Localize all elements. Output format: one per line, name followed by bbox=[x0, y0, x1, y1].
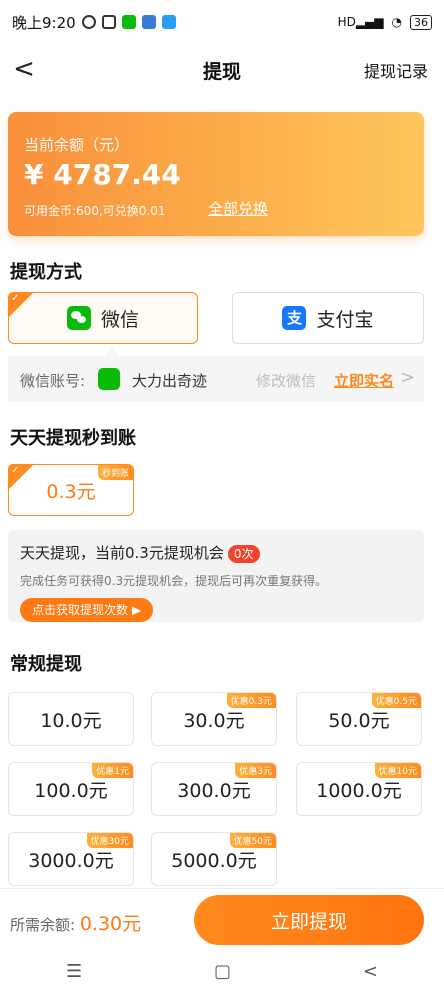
menu-icon[interactable]: ☰ bbox=[66, 961, 82, 982]
required-balance: 所需余额: 0.30元 bbox=[10, 909, 141, 936]
alipay-option[interactable]: 支 支付宝 bbox=[232, 292, 424, 344]
nav-bar: < 提现 提现记录 bbox=[0, 44, 444, 96]
daily-title: 天天提现秒到账 bbox=[10, 428, 136, 449]
wechat-account-row: 微信账号: 大力出奇迹 修改微信 立即实名 > bbox=[8, 348, 424, 402]
daily-tip-desc: 完成任务可获得0.3元提现机会，提现后可再次重复获得。 bbox=[20, 574, 328, 588]
status-bar: 晚上9:20 HD▂▄▆ ◔ 36 bbox=[0, 0, 444, 44]
alarm-icon bbox=[81, 15, 96, 29]
regular-option-amount: 300.0元 bbox=[177, 779, 251, 802]
selected-check-icon: ✓ bbox=[8, 464, 34, 490]
wechat-label: 微信 bbox=[100, 308, 139, 331]
app-notify-icon bbox=[141, 15, 156, 29]
regular-option[interactable]: 优惠3元 300.0元 bbox=[151, 762, 277, 816]
alipay-label: 支付宝 bbox=[316, 308, 374, 331]
discount-tag: 优惠30元 bbox=[86, 833, 133, 848]
discount-tag: 优惠1元 bbox=[92, 763, 133, 778]
system-nav-bar: ☰ ▢ < bbox=[0, 952, 444, 990]
nfc-icon bbox=[101, 15, 116, 29]
discount-tag: 优惠0.3元 bbox=[226, 693, 276, 708]
regular-option[interactable]: 优惠10元 1000.0元 bbox=[296, 762, 422, 816]
chevron-right-icon: > bbox=[400, 367, 416, 388]
regular-section: 常规提现 10.0元 优惠0.3元 30.0元 优惠0.5元 50.0元 优惠1元 100.… bbox=[0, 630, 444, 888]
need-label: 所需余额: bbox=[10, 916, 76, 934]
selected-check-icon: ✓ bbox=[8, 292, 34, 318]
balance-label: 当前余额（元） bbox=[24, 136, 130, 154]
discount-tag: 优惠0.5元 bbox=[371, 693, 421, 708]
regular-option[interactable]: 10.0元 bbox=[8, 692, 134, 746]
tip-prefix: 天天提现，当前0.3元提现机会 bbox=[20, 544, 224, 562]
balance-card: 当前余额（元） ¥ 4787.44 可用金币:600,可兑换0.01 全部兑换 bbox=[8, 112, 424, 236]
chance-count-badge: 0次 bbox=[227, 545, 260, 563]
account-name: 大力出奇迹 bbox=[132, 372, 208, 390]
regular-option-amount: 5000.0元 bbox=[171, 849, 257, 872]
regular-option-amount: 1000.0元 bbox=[316, 779, 402, 802]
daily-option-amount: 0.3元 bbox=[46, 480, 96, 503]
withdraw-records-link[interactable]: 提现记录 bbox=[364, 58, 428, 82]
get-chances-button[interactable]: 点击获取提现次数 ▶ bbox=[20, 598, 154, 622]
alipay-icon: 支 bbox=[282, 306, 307, 330]
home-icon[interactable]: ▢ bbox=[214, 961, 231, 982]
withdraw-now-button[interactable]: 立即提现 bbox=[194, 895, 424, 945]
regular-option-amount: 30.0元 bbox=[183, 709, 245, 732]
regular-option[interactable]: 优惠0.3元 30.0元 bbox=[151, 692, 277, 746]
regular-option[interactable]: 优惠30元 3000.0元 bbox=[8, 832, 134, 886]
daily-option[interactable]: ✓ 秒到账 0.3元 bbox=[8, 464, 134, 516]
pointer-triangle bbox=[104, 348, 120, 356]
wechat-option[interactable]: ✓ 微信 bbox=[8, 292, 198, 344]
discount-tag: 优惠3元 bbox=[235, 763, 276, 778]
system-back-icon[interactable]: < bbox=[363, 961, 378, 982]
network-type: HD bbox=[337, 15, 356, 29]
method-title: 提现方式 bbox=[10, 262, 82, 283]
instant-tag: 秒到账 bbox=[97, 465, 133, 480]
regular-option[interactable]: 优惠1元 100.0元 bbox=[8, 762, 134, 816]
balance-amount: ¥ 4787.44 bbox=[24, 158, 181, 191]
regular-title: 常规提现 bbox=[10, 654, 82, 675]
battery-icon: 36 bbox=[410, 14, 432, 30]
exchange-all-link[interactable]: 全部兑换 bbox=[208, 198, 268, 219]
regular-option-amount: 50.0元 bbox=[328, 709, 390, 732]
regular-option-amount: 10.0元 bbox=[40, 709, 102, 732]
status-time: 晚上9:20 bbox=[12, 13, 76, 32]
regular-option[interactable]: 优惠50元 5000.0元 bbox=[151, 832, 277, 886]
need-amount: 0.30元 bbox=[79, 913, 142, 935]
wechat-small-icon bbox=[98, 368, 120, 390]
wechat-icon bbox=[66, 306, 91, 330]
regular-option-amount: 3000.0元 bbox=[28, 849, 114, 872]
gold-info: 可用金币:600,可兑换0.01 bbox=[24, 204, 166, 218]
wechat-notify-icon bbox=[121, 15, 136, 29]
daily-tip-text: 天天提现，当前0.3元提现机会 0次 bbox=[20, 542, 260, 563]
account-label: 微信账号: bbox=[20, 372, 86, 390]
modify-wechat-link[interactable]: 修改微信 bbox=[256, 370, 316, 391]
verify-now-link[interactable]: 立即实名 bbox=[334, 370, 394, 391]
regular-option[interactable]: 优惠0.5元 50.0元 bbox=[296, 692, 422, 746]
regular-option-amount: 100.0元 bbox=[34, 779, 108, 802]
daily-tip-box: 天天提现，当前0.3元提现机会 0次 完成任务可获得0.3元提现机会，提现后可再次… bbox=[8, 530, 424, 622]
discount-tag: 优惠10元 bbox=[374, 763, 421, 778]
discount-tag: 优惠50元 bbox=[229, 833, 276, 848]
wifi-icon: ◔ bbox=[391, 15, 402, 29]
cloud-notify-icon bbox=[161, 15, 176, 29]
signal-icon: HD▂▄▆ bbox=[337, 15, 384, 29]
bottom-bar: 所需余额: 0.30元 立即提现 bbox=[0, 888, 444, 952]
